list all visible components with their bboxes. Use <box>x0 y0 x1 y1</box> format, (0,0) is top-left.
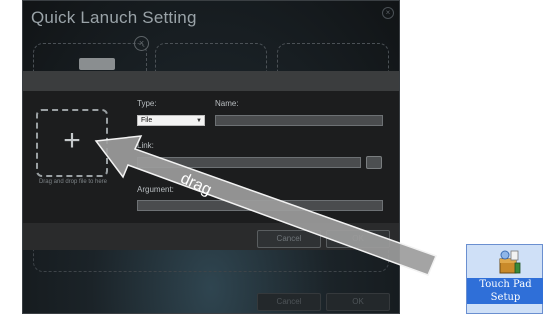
close-icon[interactable]: × <box>382 7 394 19</box>
argument-label: Argument: <box>137 185 174 194</box>
window-ok-button[interactable]: OK <box>326 293 390 311</box>
type-select[interactable]: File ▼ <box>137 115 205 126</box>
link-input[interactable] <box>137 157 361 168</box>
desktop-icon-label: Touch Pad Setup <box>467 278 543 304</box>
file-drop-zone[interactable]: + <box>36 109 108 177</box>
chevron-down-icon: ▼ <box>196 118 202 124</box>
cancel-button[interactable]: Cancel <box>257 230 321 248</box>
window-cancel-button[interactable]: Cancel <box>257 293 321 311</box>
slot-thumbnail <box>79 58 115 70</box>
dialog-footer: Cancel OK <box>23 223 399 250</box>
installer-icon <box>499 250 521 274</box>
add-item-dialog: + Drag and drop file to here Type: File … <box>23 71 399 250</box>
type-value: File <box>141 117 153 124</box>
quick-launch-window: Quick Lanuch Setting × × Cancel OK + Dra… <box>22 0 400 314</box>
window-title: Quick Lanuch Setting <box>31 8 197 27</box>
link-label: Link: <box>137 141 154 150</box>
browse-button[interactable] <box>366 156 382 169</box>
name-input[interactable] <box>215 115 383 126</box>
desktop-icon-touchpad-setup[interactable]: Touch Pad Setup <box>466 244 543 314</box>
type-label: Type: <box>137 99 157 108</box>
name-label: Name: <box>215 99 239 108</box>
remove-slot-icon[interactable]: × <box>134 36 149 51</box>
plus-icon: + <box>63 124 81 157</box>
drop-hint: Drag and drop file to here <box>38 179 108 185</box>
ok-button[interactable]: OK <box>326 230 390 248</box>
dialog-header <box>23 71 399 91</box>
argument-input[interactable] <box>137 200 383 211</box>
